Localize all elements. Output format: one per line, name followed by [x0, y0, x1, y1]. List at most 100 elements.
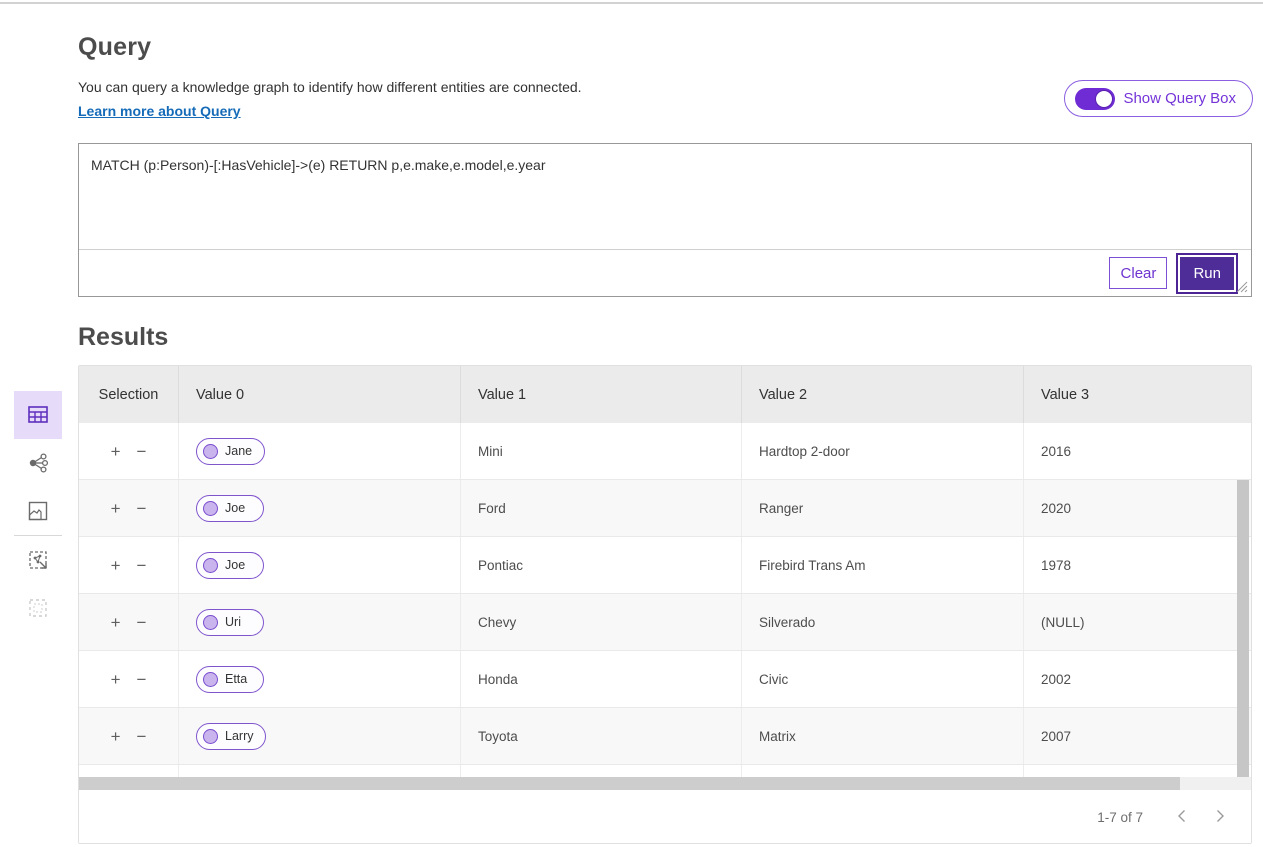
entity-dot-icon — [203, 729, 218, 744]
entity-pill[interactable]: Etta — [196, 666, 264, 693]
value0-cell: Joe — [179, 537, 461, 593]
selection-cell: + − — [79, 765, 179, 777]
show-query-box-toggle[interactable]: Show Query Box — [1064, 80, 1253, 117]
query-textarea[interactable]: MATCH (p:Person)-[:HasVehicle]->(e) RETU… — [79, 144, 1251, 249]
selection-cell: + − — [79, 537, 179, 593]
query-box: MATCH (p:Person)-[:HasVehicle]->(e) RETU… — [78, 143, 1252, 297]
value1-cell: Honda — [461, 651, 742, 707]
table-footer: 1-7 of 7 — [79, 790, 1251, 844]
toggle-label: Show Query Box — [1123, 90, 1236, 107]
vertical-scrollbar[interactable] — [1237, 480, 1249, 777]
add-to-selection-button[interactable]: + — [111, 728, 121, 745]
value1-cell: Pontiac — [461, 537, 742, 593]
entity-pill[interactable]: Joe — [196, 495, 264, 522]
query-actions: Clear Run — [79, 249, 1251, 296]
value2-cell: Firebird Trans Am — [742, 537, 1024, 593]
link-chart-icon — [26, 451, 50, 475]
value0-cell: Uri — [179, 594, 461, 650]
add-to-selection-button[interactable]: + — [111, 443, 121, 460]
sidebar-item-new-selection[interactable] — [14, 584, 62, 632]
learn-more-link[interactable]: Learn more about Query — [78, 103, 241, 119]
value2-cell: Matrix — [742, 708, 1024, 764]
entity-name: Etta — [225, 672, 247, 686]
value3-cell: 1978 — [1024, 537, 1251, 593]
table-row: + − — [79, 765, 1251, 777]
entity-pill[interactable]: Jane — [196, 438, 265, 465]
results-title: Results — [78, 323, 168, 352]
selection-cell: + − — [79, 594, 179, 650]
value0-cell: Larry — [179, 708, 461, 764]
entity-name: Uri — [225, 615, 241, 629]
horizontal-scrollbar[interactable] — [79, 777, 1251, 790]
previous-page-button[interactable] — [1169, 805, 1194, 830]
add-to-selection-button[interactable]: + — [111, 557, 121, 574]
remove-from-selection-button[interactable]: − — [137, 500, 147, 517]
remove-from-selection-button[interactable]: − — [137, 443, 147, 460]
sidebar-item-map-view[interactable] — [14, 487, 62, 535]
add-to-map-icon — [27, 549, 49, 571]
horizontal-scrollbar-thumb[interactable] — [79, 777, 1180, 790]
table-row: + − Uri Chevy Silverado (NULL) — [79, 594, 1251, 651]
value2-cell: Hardtop 2-door — [742, 423, 1024, 479]
column-header-value2: Value 2 — [742, 366, 1024, 423]
entity-pill[interactable]: Larry — [196, 723, 266, 750]
entity-name: Jane — [225, 444, 252, 458]
sidebar-item-add-to-map[interactable] — [14, 536, 62, 584]
table-row: + − Larry Toyota Matrix 2007 — [79, 708, 1251, 765]
sidebar-item-link-chart-view[interactable] — [14, 439, 62, 487]
resize-handle-icon[interactable] — [1236, 281, 1248, 293]
remove-from-selection-button[interactable]: − — [137, 671, 147, 688]
entity-name: Joe — [225, 558, 245, 572]
value3-cell: 2020 — [1024, 480, 1251, 536]
run-button[interactable]: Run — [1180, 257, 1234, 290]
chevron-left-icon — [1177, 809, 1186, 823]
value3-cell: 2007 — [1024, 708, 1251, 764]
selection-cell: + − — [79, 480, 179, 536]
value0-cell: Etta — [179, 651, 461, 707]
value3-cell — [1024, 765, 1251, 777]
table-row: + − Joe Ford Ranger 2020 — [79, 480, 1251, 537]
entity-dot-icon — [203, 444, 218, 459]
entity-pill[interactable]: Joe — [196, 552, 264, 579]
entity-name: Joe — [225, 501, 245, 515]
value1-cell — [461, 765, 742, 777]
remove-from-selection-button[interactable]: − — [137, 557, 147, 574]
remove-from-selection-button[interactable]: − — [137, 614, 147, 631]
vertical-scrollbar-thumb[interactable] — [1237, 480, 1249, 777]
add-to-selection-button[interactable]: + — [111, 614, 121, 631]
column-header-selection: Selection — [79, 366, 179, 423]
selection-cell: + − — [79, 708, 179, 764]
entity-pill[interactable]: Uri — [196, 609, 264, 636]
pagination-range: 1-7 of 7 — [1097, 810, 1143, 825]
value0-cell — [179, 765, 461, 777]
new-selection-icon — [27, 597, 49, 619]
value0-cell: Jane — [179, 423, 461, 479]
column-header-value1: Value 1 — [461, 366, 742, 423]
view-rail — [14, 391, 62, 632]
entity-dot-icon — [203, 501, 218, 516]
value1-cell: Toyota — [461, 708, 742, 764]
page-title: Query — [78, 33, 151, 62]
page-top-divider — [0, 2, 1263, 4]
value2-cell: Civic — [742, 651, 1024, 707]
entity-dot-icon — [203, 672, 218, 687]
column-header-value0: Value 0 — [179, 366, 461, 423]
table-row: + − Jane Mini Hardtop 2-door 2016 — [79, 423, 1251, 480]
sidebar-item-table-view[interactable] — [14, 391, 62, 439]
chevron-right-icon — [1216, 809, 1225, 823]
selection-cell: + − — [79, 423, 179, 479]
table-body: + − Jane Mini Hardtop 2-door 2016 + − Jo… — [79, 423, 1251, 777]
entity-dot-icon — [203, 558, 218, 573]
table-header-row: Selection Value 0 Value 1 Value 2 Value … — [79, 366, 1251, 423]
add-to-selection-button[interactable]: + — [111, 500, 121, 517]
selection-cell: + − — [79, 651, 179, 707]
toggle-switch-icon[interactable] — [1075, 88, 1115, 110]
results-table: Selection Value 0 Value 1 Value 2 Value … — [78, 365, 1252, 844]
clear-button[interactable]: Clear — [1109, 257, 1167, 289]
add-to-selection-button[interactable]: + — [111, 671, 121, 688]
value3-cell: 2002 — [1024, 651, 1251, 707]
remove-from-selection-button[interactable]: − — [137, 728, 147, 745]
next-page-button[interactable] — [1208, 805, 1233, 830]
value3-cell: (NULL) — [1024, 594, 1251, 650]
column-header-value3: Value 3 — [1024, 366, 1251, 423]
